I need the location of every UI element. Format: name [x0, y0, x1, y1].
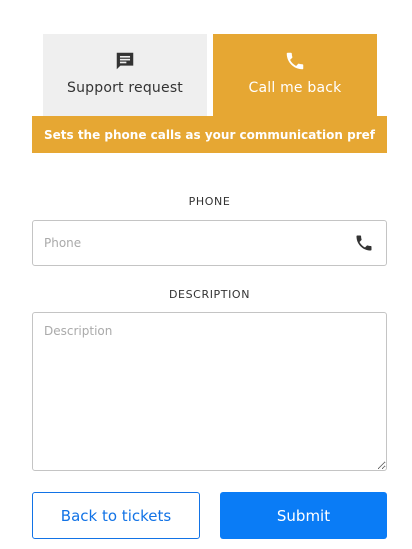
submit-button[interactable]: Submit	[220, 492, 387, 539]
chat-icon	[114, 50, 136, 72]
communication-pref-banner: Sets the phone calls as your communicati…	[32, 116, 387, 153]
tab-call-label: Call me back	[248, 80, 342, 96]
phone-field-wrapper	[32, 220, 387, 266]
back-to-tickets-button[interactable]: Back to tickets	[32, 492, 200, 539]
description-textarea[interactable]	[32, 312, 387, 471]
phone-icon	[284, 50, 306, 72]
phone-icon	[354, 233, 374, 253]
phone-input[interactable]	[33, 221, 343, 265]
description-label: DESCRIPTION	[168, 288, 251, 301]
tab-support-request[interactable]: Support request	[43, 34, 207, 116]
tab-call-me-back[interactable]: Call me back	[213, 34, 377, 116]
phone-label: PHONE	[188, 195, 231, 208]
tab-bar: Support request Call me back	[43, 34, 377, 116]
tab-support-label: Support request	[66, 80, 183, 96]
